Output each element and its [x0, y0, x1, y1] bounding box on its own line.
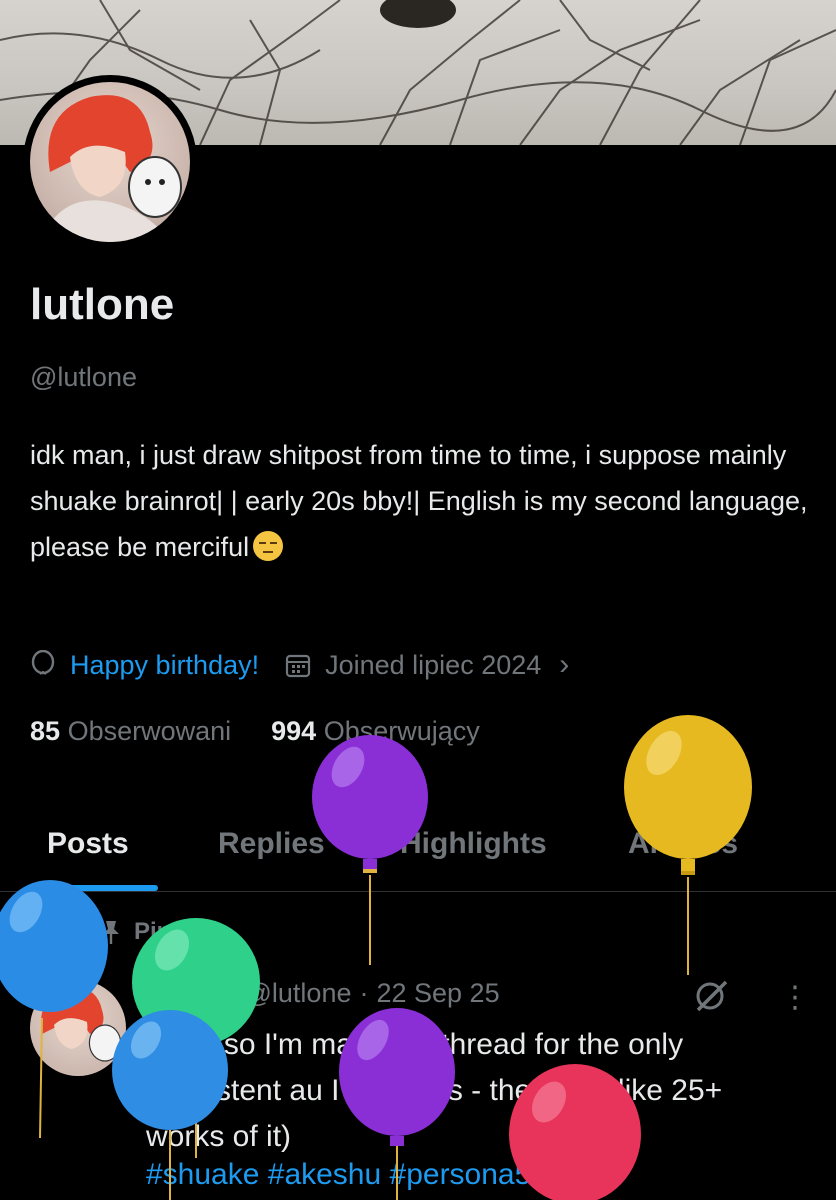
balloon-blue [0, 880, 108, 1138]
joined-item[interactable]: Joined lipiec 2024 › [285, 648, 569, 682]
balloon-purple-small [339, 1008, 455, 1200]
chevron-right-icon[interactable]: › [559, 648, 569, 682]
grok-icon[interactable] [692, 976, 732, 1016]
post-separator: · [359, 978, 369, 1008]
balloon-yellow [624, 715, 752, 975]
more-options-icon[interactable]: ⋮ [780, 980, 810, 1015]
pensive-face-icon [253, 531, 284, 561]
balloon-pink [509, 1064, 641, 1200]
user-handle: @lutlone [30, 362, 137, 392]
following-count: 85 [30, 716, 61, 746]
profile-avatar[interactable] [23, 75, 197, 249]
avatar-illustration [40, 95, 182, 242]
post-date[interactable]: 22 Sep 25 [376, 978, 499, 1009]
profile-bio: idk man, i just draw shitpost from time … [30, 432, 810, 570]
joined-label: Joined lipiec 2024 [325, 649, 542, 680]
bio-text: idk man, i just draw shitpost from time … [30, 440, 808, 562]
display-name: lutlone [30, 280, 175, 329]
following-label: Obserwowani [67, 716, 232, 746]
balloon-icon [31, 650, 55, 675]
calendar-icon [286, 654, 311, 678]
following-link[interactable]: 85 Obserwowani [30, 716, 231, 747]
balloon-light-blue [112, 1010, 228, 1200]
birthday-label[interactable]: Happy birthday! [70, 650, 259, 681]
birthday-item[interactable]: Happy birthday! [30, 650, 259, 681]
balloon-purple [312, 735, 428, 965]
profile-meta: Happy birthday! Joined lipiec 2024 › [30, 645, 595, 685]
follow-stats: 85 Obserwowani 994 Obserwujący [30, 716, 520, 747]
tab-posts[interactable]: Posts [47, 820, 129, 868]
